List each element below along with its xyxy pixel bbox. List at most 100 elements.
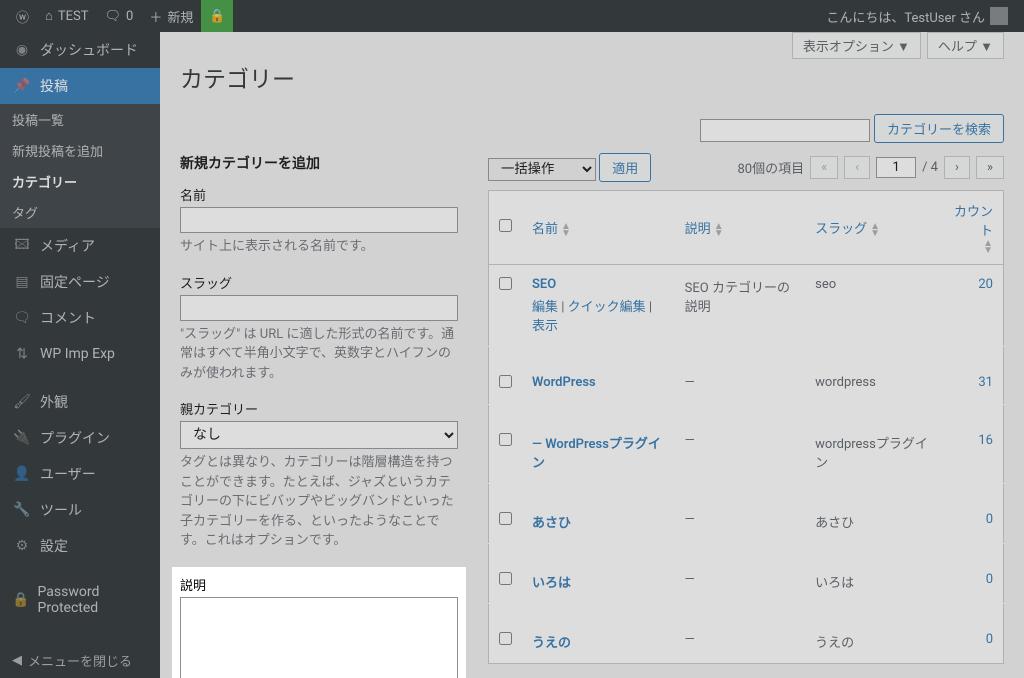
- page-total: / 4: [922, 160, 938, 175]
- comment-icon: 🗨: [12, 308, 32, 328]
- pagination: 80個の項目 « ‹ / 4 › »: [737, 156, 1004, 179]
- select-all[interactable]: [499, 219, 512, 232]
- row-count[interactable]: 0: [986, 572, 993, 587]
- menu-appearance[interactable]: 🖌外観: [0, 384, 160, 420]
- row-name[interactable]: — WordPressプラグイン: [532, 437, 661, 471]
- sort-icon: ▲▼: [561, 223, 571, 237]
- col-name[interactable]: 名前▲▼: [532, 222, 571, 237]
- submenu-categories[interactable]: カテゴリー: [0, 166, 160, 197]
- page-last[interactable]: »: [976, 156, 1004, 179]
- menu-dashboard[interactable]: ◉ダッシュボード: [0, 32, 160, 68]
- page-next[interactable]: ›: [944, 156, 970, 179]
- wordpress-icon: ⓦ: [16, 7, 29, 26]
- row-slug: wordpressプラグイン: [805, 405, 938, 484]
- wp-logo[interactable]: ⓦ: [8, 0, 37, 32]
- plugin-icon: 🔌: [12, 428, 32, 448]
- table-row: うえの — うえの 0: [489, 604, 1004, 664]
- row-count[interactable]: 20: [978, 277, 993, 292]
- avatar: [990, 7, 1008, 25]
- row-slug: うえの: [805, 604, 938, 664]
- row-checkbox[interactable]: [499, 572, 512, 585]
- page-icon: ▤: [12, 272, 32, 292]
- table-row: — WordPressプラグイン — wordpressプラグイン 16: [489, 405, 1004, 484]
- row-checkbox[interactable]: [499, 375, 512, 388]
- row-name[interactable]: あさひ: [532, 516, 571, 531]
- page-prev[interactable]: ‹: [844, 156, 870, 179]
- row-desc: —: [675, 604, 805, 664]
- row-count[interactable]: 16: [978, 433, 993, 448]
- submenu-posts-new[interactable]: 新規投稿を追加: [0, 135, 160, 166]
- table-row: あさひ — あさひ 0: [489, 484, 1004, 544]
- search-button[interactable]: カテゴリーを検索: [874, 114, 1004, 143]
- search-input[interactable]: [700, 119, 870, 142]
- lock-icon[interactable]: 🔒: [201, 0, 233, 32]
- slug-desc: "スラッグ" は URL に適した形式の名前です。通常はすべて半角小文字で、英数…: [180, 325, 458, 384]
- row-slug: seo: [805, 265, 938, 347]
- add-category-form: 新規カテゴリーを追加 名前 サイト上に表示される名前です。 スラッグ "スラッグ…: [180, 153, 458, 678]
- name-label: 名前: [180, 185, 458, 204]
- row-desc: —: [675, 405, 805, 484]
- admin-bar: ⓦ ⌂TEST 🗨0 ＋新規 🔒 こんにちは、TestUser さん: [0, 0, 1024, 32]
- row-checkbox[interactable]: [499, 277, 512, 290]
- row-name[interactable]: いろは: [532, 576, 571, 591]
- row-checkbox[interactable]: [499, 512, 512, 525]
- categories-table: 名前▲▼ 説明▲▼ スラッグ▲▼ カウント▲▼ SEO編集 | クイック編集 |…: [488, 190, 1004, 664]
- desc-label: 説明: [180, 575, 458, 594]
- collapse-menu[interactable]: ◀メニューを閉じる: [0, 643, 160, 678]
- menu-password-protected[interactable]: 🔒Password Protected: [0, 576, 160, 624]
- sort-icon: ▲▼: [714, 223, 724, 237]
- menu-wpimpexp[interactable]: ⇅WP Imp Exp: [0, 336, 160, 372]
- parent-desc: タグとは異なり、カテゴリーは階層構造を持つことができます。たとえば、ジャズという…: [180, 453, 458, 551]
- desc-textarea[interactable]: [180, 597, 458, 678]
- row-slug: いろは: [805, 544, 938, 604]
- row-desc: —: [675, 484, 805, 544]
- form-heading: 新規カテゴリーを追加: [180, 153, 458, 173]
- menu-tools[interactable]: 🔧ツール: [0, 492, 160, 528]
- menu-settings[interactable]: ⚙設定: [0, 528, 160, 564]
- media-icon: 🖾: [12, 236, 32, 256]
- page-current[interactable]: [876, 157, 916, 178]
- row-checkbox[interactable]: [499, 433, 512, 446]
- bulk-action-select[interactable]: 一括操作: [488, 158, 596, 181]
- table-row: WordPress — wordpress 31: [489, 347, 1004, 405]
- menu-posts[interactable]: 📌投稿: [0, 68, 160, 104]
- row-name[interactable]: SEO: [532, 277, 556, 292]
- col-count[interactable]: カウント▲▼: [954, 205, 993, 254]
- site-link[interactable]: ⌂TEST: [37, 0, 96, 32]
- menu-users[interactable]: 👤ユーザー: [0, 456, 160, 492]
- submenu-tags[interactable]: タグ: [0, 197, 160, 228]
- new-link[interactable]: ＋新規: [141, 0, 201, 32]
- submenu-posts-all[interactable]: 投稿一覧: [0, 104, 160, 135]
- apply-button[interactable]: 適用: [599, 153, 651, 182]
- row-name[interactable]: うえの: [532, 636, 571, 651]
- menu-comments[interactable]: 🗨コメント: [0, 300, 160, 336]
- menu-pages[interactable]: ▤固定ページ: [0, 264, 160, 300]
- parent-select[interactable]: なし: [180, 421, 458, 449]
- row-count[interactable]: 0: [986, 512, 993, 527]
- impexp-icon: ⇅: [12, 344, 32, 364]
- name-input[interactable]: [180, 207, 458, 233]
- col-slug[interactable]: スラッグ▲▼: [815, 222, 880, 237]
- comments-link[interactable]: 🗨0: [97, 0, 142, 32]
- row-edit[interactable]: 編集: [532, 300, 558, 315]
- menu-media[interactable]: 🖾メディア: [0, 228, 160, 264]
- row-checkbox[interactable]: [499, 632, 512, 645]
- col-desc[interactable]: 説明▲▼: [685, 222, 724, 237]
- row-quick[interactable]: クイック編集: [568, 300, 646, 315]
- parent-label: 親カテゴリー: [180, 399, 458, 418]
- row-desc: SEO カテゴリーの説明: [675, 265, 805, 347]
- row-name[interactable]: WordPress: [532, 375, 596, 390]
- row-count[interactable]: 31: [978, 375, 993, 390]
- sort-icon: ▲▼: [983, 240, 993, 254]
- brush-icon: 🖌: [12, 392, 32, 412]
- menu-plugins[interactable]: 🔌プラグイン: [0, 420, 160, 456]
- sort-icon: ▲▼: [870, 223, 880, 237]
- page-first[interactable]: «: [810, 156, 838, 179]
- settings-icon: ⚙: [12, 536, 32, 556]
- row-count[interactable]: 0: [986, 632, 993, 647]
- row-view[interactable]: 表示: [532, 319, 558, 334]
- user-greeting[interactable]: こんにちは、TestUser さん: [818, 0, 1016, 32]
- help-button[interactable]: ヘルプ ▼: [927, 32, 1004, 59]
- slug-input[interactable]: [180, 295, 458, 321]
- screen-options-button[interactable]: 表示オプション ▼: [792, 32, 921, 59]
